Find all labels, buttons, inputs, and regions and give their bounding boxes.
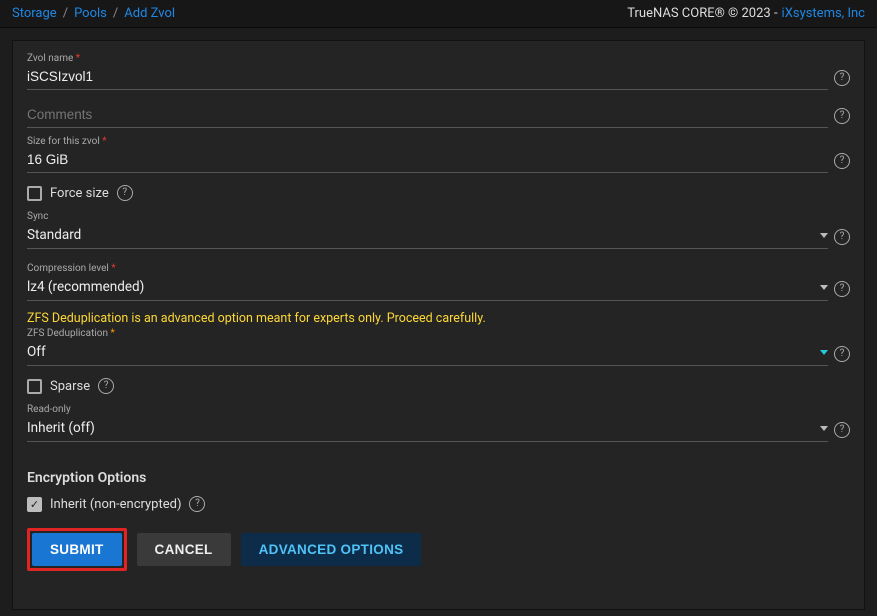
breadcrumb-add-zvol[interactable]: Add Zvol [124, 6, 175, 21]
force-size-checkbox[interactable] [27, 186, 42, 201]
form-panel: Zvol name ? ? Size for this zvol ? F [12, 40, 865, 610]
sync-label: Sync [27, 211, 850, 222]
help-icon[interactable]: ? [834, 153, 850, 169]
chevron-down-icon [820, 350, 828, 355]
breadcrumb: Storage / Pools / Add Zvol [12, 6, 175, 21]
compression-label: Compression level [27, 263, 850, 274]
help-icon[interactable]: ? [189, 496, 205, 512]
breadcrumb-sep: / [63, 6, 68, 21]
top-bar: Storage / Pools / Add Zvol TrueNAS CORE®… [0, 0, 877, 28]
dedup-value: Off [27, 344, 46, 360]
cancel-button[interactable]: CANCEL [137, 533, 231, 566]
size-label: Size for this zvol [27, 136, 850, 147]
compression-select[interactable]: lz4 (recommended) [27, 276, 828, 301]
help-icon[interactable]: ? [834, 346, 850, 362]
inherit-encryption-checkbox[interactable]: ✓ [27, 497, 42, 512]
help-icon[interactable]: ? [834, 422, 850, 438]
readonly-label: Read-only [27, 404, 850, 415]
zvol-name-input[interactable] [27, 66, 828, 90]
compression-value: lz4 (recommended) [27, 279, 144, 295]
sparse-label: Sparse [50, 379, 90, 394]
copyright-vendor-link[interactable]: iXsystems, Inc [782, 6, 865, 21]
help-icon[interactable]: ? [834, 108, 850, 124]
help-icon[interactable]: ? [834, 281, 850, 297]
breadcrumb-pools[interactable]: Pools [74, 6, 107, 21]
breadcrumb-storage[interactable]: Storage [12, 6, 57, 21]
breadcrumb-sep: / [113, 6, 118, 21]
readonly-select[interactable]: Inherit (off) [27, 417, 828, 442]
submit-button[interactable]: SUBMIT [32, 533, 122, 566]
zvol-name-label: Zvol name [27, 53, 850, 64]
button-row: SUBMIT CANCEL ADVANCED OPTIONS [27, 528, 850, 571]
copyright: TrueNAS CORE® © 2023 - iXsystems, Inc [627, 6, 865, 21]
copyright-product: TrueNAS CORE® © 2023 - [627, 6, 777, 21]
size-input[interactable] [27, 149, 828, 173]
chevron-down-icon [820, 233, 828, 238]
submit-highlight: SUBMIT [27, 528, 127, 571]
help-icon[interactable]: ? [98, 378, 114, 394]
advanced-options-button[interactable]: ADVANCED OPTIONS [241, 533, 422, 566]
chevron-down-icon [820, 426, 828, 431]
encryption-section-title: Encryption Options [27, 470, 850, 486]
sparse-checkbox[interactable] [27, 379, 42, 394]
chevron-down-icon [820, 285, 828, 290]
help-icon[interactable]: ? [834, 229, 850, 245]
sync-value: Standard [27, 227, 81, 243]
sync-select[interactable]: Standard [27, 224, 828, 249]
readonly-value: Inherit (off) [27, 420, 95, 436]
help-icon[interactable]: ? [834, 70, 850, 86]
inherit-encryption-label: Inherit (non-encrypted) [50, 497, 181, 512]
dedup-select[interactable]: Off [27, 341, 828, 366]
dedup-warning: ZFS Deduplication is an advanced option … [27, 311, 850, 326]
force-size-label: Force size [50, 186, 109, 201]
comments-input[interactable] [27, 104, 828, 128]
dedup-label: ZFS Deduplication [27, 328, 850, 339]
help-icon[interactable]: ? [117, 185, 133, 201]
